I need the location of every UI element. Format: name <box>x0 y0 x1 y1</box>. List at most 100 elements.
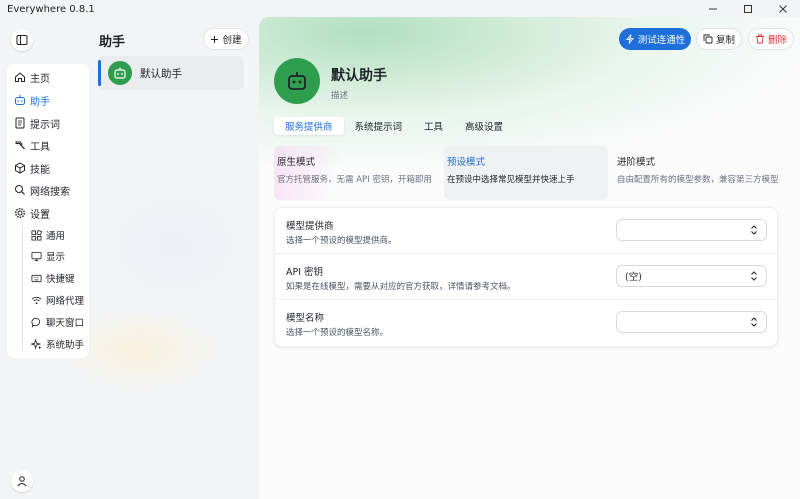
copy-icon <box>703 34 713 44</box>
sidebar-item-shortcuts[interactable]: 快捷键 <box>31 270 75 286</box>
field-hint: 选择一个预设的模型名称。 <box>286 328 389 338</box>
field-label: 模型提供商 <box>286 221 334 232</box>
mode-preset[interactable]: 预设模式 在预设中选择常见模型并快速上手 <box>444 146 608 200</box>
minimize-icon[interactable] <box>695 0 730 18</box>
mode-advanced[interactable]: 进阶模式 自由配置所有的模型参数，兼容第三方模型 <box>614 146 778 200</box>
provider-select[interactable] <box>616 219 767 241</box>
sidebar-item-web-search[interactable]: 网络搜索 <box>14 181 70 199</box>
close-icon[interactable] <box>765 0 800 18</box>
tab-system-prompt[interactable]: 系统提示词 <box>344 117 414 135</box>
field-hint: 选择一个预设的模型提供商。 <box>286 236 397 246</box>
sidebar-toggle-button[interactable] <box>11 29 33 51</box>
chat-icon <box>31 317 41 328</box>
select-value: (空) <box>625 272 642 283</box>
title-bar: Everywhere 0.8.1 <box>0 0 800 18</box>
assistant-title[interactable]: 默认助手 <box>331 65 387 85</box>
avatar <box>108 61 132 85</box>
delete-button[interactable]: 删除 <box>748 28 794 50</box>
copy-label: 复制 <box>715 35 735 46</box>
tab-provider[interactable]: 服务提供商 <box>274 117 344 135</box>
mode-description: 在预设中选择常见模型并快速上手 <box>447 175 575 185</box>
sidebar-item-display[interactable]: 显示 <box>31 248 65 264</box>
sidebar-item-label: 设置 <box>30 209 50 221</box>
detail-tabs: 服务提供商 系统提示词 工具 高级设置 <box>274 116 514 136</box>
test-connection-label: 测试连通性 <box>637 35 686 46</box>
create-assistant-button[interactable]: 创建 <box>203 28 249 50</box>
home-icon <box>15 72 25 82</box>
chevron-updown-icon <box>751 271 757 281</box>
sidebar-item-label: 快捷键 <box>46 274 75 285</box>
lightning-icon <box>625 34 634 44</box>
chevron-updown-icon <box>751 225 757 235</box>
delete-label: 删除 <box>767 35 787 46</box>
search-icon <box>15 185 25 195</box>
sparkle-icon <box>31 338 42 350</box>
field-row-provider: 模型提供商 选择一个预设的模型提供商。 <box>275 208 777 254</box>
tab-advanced[interactable]: 高级设置 <box>454 117 514 135</box>
window-controls <box>695 0 800 18</box>
background-glow <box>100 185 250 305</box>
document-icon <box>15 117 25 129</box>
chevron-updown-icon <box>751 317 757 327</box>
test-connection-button[interactable]: 测试连通性 <box>619 28 691 50</box>
mode-description: 官方托管服务，无需 API 密钥，开箱即用 <box>277 175 432 185</box>
model-name-select[interactable] <box>616 311 767 333</box>
robot-icon <box>288 72 306 90</box>
copy-button[interactable]: 复制 <box>696 28 742 50</box>
plus-icon <box>211 35 219 43</box>
mode-native[interactable]: 原生模式 官方托管服务，无需 API 密钥，开箱即用 <box>274 146 438 200</box>
field-label: API 密钥 <box>286 267 324 278</box>
sidebar-item-label: 聊天窗口 <box>46 318 85 329</box>
assistant-avatar[interactable] <box>274 58 320 104</box>
sidebar-item-system-assistant[interactable]: 系统助手 <box>31 336 84 352</box>
hammer-icon <box>15 141 25 150</box>
apps-icon <box>31 229 42 240</box>
sidebar-nav: 主页 助手 提示词 工具 技能 网络搜索 设置 通用 显示 快捷键 网络代理 聊… <box>7 64 89 358</box>
assistant-list-item[interactable]: 默认助手 <box>98 56 244 90</box>
sidebar-item-assistant[interactable]: 助手 <box>14 91 50 109</box>
sidebar-item-label: 网络搜索 <box>30 186 70 198</box>
field-row-model-name: 模型名称 选择一个预设的模型名称。 <box>275 300 777 346</box>
robot-icon <box>15 95 25 105</box>
sidebar-item-label: 助手 <box>30 96 50 108</box>
assistant-detail-panel: 测试连通性 复制 删除 默认助手 描述 服务提供商 系统提示词 工具 高级设置 … <box>259 17 800 499</box>
settings-subnav-line <box>22 225 23 351</box>
sidebar-item-label: 提示词 <box>30 119 60 131</box>
field-hint: 如果是在线模型，需要从对应的官方获取，详情请参考文档。 <box>286 282 516 292</box>
user-profile-button[interactable] <box>11 470 33 492</box>
maximize-icon[interactable] <box>730 0 765 18</box>
sidebar-item-proxy[interactable]: 网络代理 <box>31 292 84 308</box>
tab-tools[interactable]: 工具 <box>413 117 454 135</box>
sidebar-icon <box>16 35 28 45</box>
sidebar-item-label: 通用 <box>46 231 66 242</box>
api-key-select[interactable]: (空) <box>616 265 767 287</box>
sidebar-item-prompts[interactable]: 提示词 <box>14 114 60 132</box>
sidebar-item-settings[interactable]: 设置 <box>14 204 50 222</box>
robot-icon <box>114 67 126 79</box>
sidebar-item-general[interactable]: 通用 <box>31 227 65 243</box>
assistant-name: 默认助手 <box>140 67 182 80</box>
field-row-api-key: API 密钥 如果是在线模型，需要从对应的官方获取，详情请参考文档。 (空) <box>275 254 777 300</box>
assistant-description[interactable]: 描述 <box>331 89 348 101</box>
sidebar-item-tools[interactable]: 工具 <box>14 136 50 154</box>
sidebar-item-chat-window[interactable]: 聊天窗口 <box>31 314 84 330</box>
mode-title: 进阶模式 <box>617 157 656 168</box>
sidebar-item-label: 工具 <box>30 141 50 153</box>
trash-icon <box>755 34 764 44</box>
mode-title: 原生模式 <box>277 157 316 168</box>
sidebar-item-label: 系统助手 <box>46 340 85 351</box>
sidebar-item-home[interactable]: 主页 <box>14 68 50 86</box>
sidebar-item-label: 主页 <box>30 73 50 85</box>
keyboard-icon <box>31 274 42 282</box>
create-label: 创建 <box>222 35 242 46</box>
sidebar-item-skills[interactable]: 技能 <box>14 159 50 177</box>
user-icon <box>17 476 27 487</box>
cube-icon <box>15 162 25 174</box>
sidebar-item-label: 网络代理 <box>46 296 85 307</box>
mode-description: 自由配置所有的模型参数，兼容第三方模型 <box>617 175 778 185</box>
provider-settings-card: 模型提供商 选择一个预设的模型提供商。 API 密钥 如果是在线模型，需要从对应… <box>274 207 778 347</box>
field-label: 模型名称 <box>286 313 325 324</box>
sidebar-item-label: 显示 <box>46 252 66 263</box>
selected-indicator <box>98 60 101 86</box>
wifi-icon <box>31 296 42 304</box>
